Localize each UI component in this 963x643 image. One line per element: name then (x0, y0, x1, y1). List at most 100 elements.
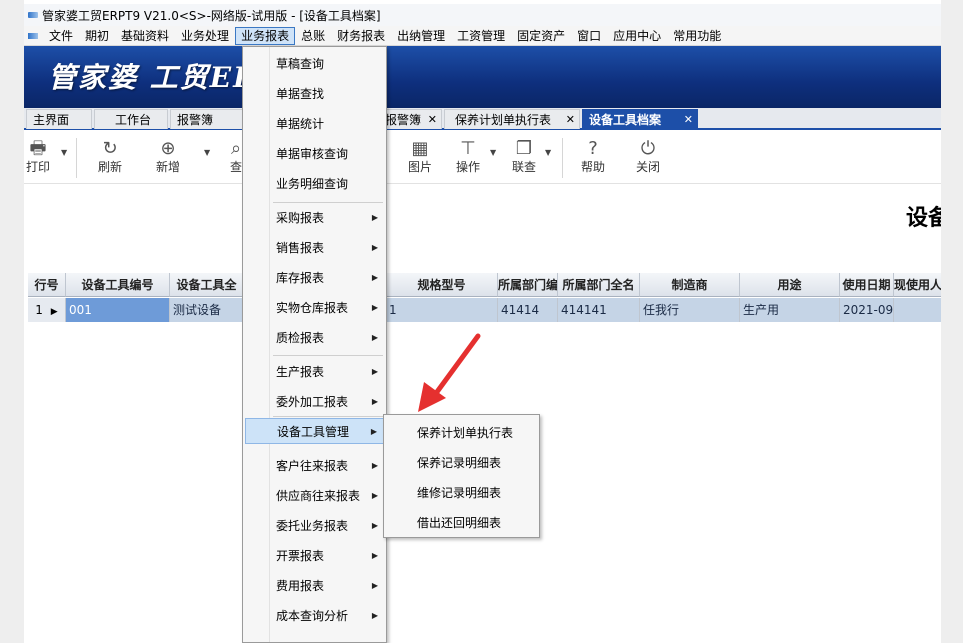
menu-item-draft-query[interactable]: 草稿查询 (245, 51, 384, 77)
menu-item-doc-audit-query[interactable]: 单据审核查询 (245, 141, 384, 167)
chevron-right-icon: ▶ (371, 333, 378, 342)
cell-equipment-code[interactable]: 001 (66, 298, 170, 322)
cell-purpose[interactable]: 生产用 (740, 298, 840, 322)
row-number-text: 1 (35, 303, 43, 317)
menu-item-label: 委托业务报表 (276, 519, 349, 533)
cell-use-date[interactable]: 2021-09- (840, 298, 894, 322)
row-number: 1 ▶ (28, 298, 66, 322)
col-row-no[interactable]: 行号 (28, 273, 66, 297)
close-button[interactable]: ⏻ 关闭 (632, 138, 664, 174)
submenu-item-repair-records[interactable]: 维修记录明细表 (386, 478, 537, 508)
cell-manufacturer[interactable]: 任我行 (640, 298, 740, 322)
close-icon[interactable]: ✕ (684, 110, 693, 130)
tab-maintenance-plan[interactable]: 保养计划单执行表 ✕ (444, 109, 580, 129)
equipment-management-submenu: 保养计划单执行表 保养记录明细表 维修记录明细表 借出还回明细表 (383, 414, 540, 538)
tab-equipment-archive[interactable]: 设备工具档案 ✕ (582, 109, 698, 129)
menu-app-icon[interactable] (28, 32, 38, 39)
brand-banner: 管家婆 工贸ERP (24, 46, 941, 108)
menu-item-doc-stats[interactable]: 单据统计 (245, 111, 384, 137)
tab-workbench[interactable]: 工作台 (94, 109, 168, 129)
submenu-item-lend-return[interactable]: 借出还回明细表 (386, 508, 537, 538)
cell-spec[interactable]: 1 (386, 298, 498, 322)
menu-item-label: 费用报表 (276, 579, 325, 593)
col-manufacturer[interactable]: 制造商 (640, 273, 740, 297)
chevron-right-icon: ▶ (371, 273, 378, 282)
col-dept-code[interactable]: 所属部门编 (498, 273, 558, 297)
menu-item-quality-reports[interactable]: 质检报表 ▶ (245, 325, 384, 351)
print-button[interactable]: 🖶 打印 (24, 138, 52, 174)
help-button[interactable]: ? 帮助 (577, 138, 609, 174)
menu-item-equipment-management[interactable]: 设备工具管理 ▶ (245, 418, 384, 444)
menu-item-label: 草稿查询 (276, 57, 325, 71)
menu-business-reports[interactable]: 业务报表 (235, 26, 296, 45)
col-use-date[interactable]: 使用日期 (840, 273, 894, 297)
tab-main[interactable]: 主界面 (26, 109, 92, 129)
close-icon[interactable]: ✕ (566, 110, 575, 130)
menu-item-label: 单据查找 (276, 87, 325, 101)
menu-business-process[interactable]: 业务处理 (175, 27, 235, 45)
add-dropdown-icon[interactable]: ▼ (204, 148, 210, 157)
menu-item-inventory-reports[interactable]: 库存报表 ▶ (245, 265, 384, 291)
refresh-button[interactable]: ↻ 刷新 (92, 138, 128, 174)
menu-file[interactable]: 文件 (43, 27, 79, 45)
menu-item-consignment-reports[interactable]: 委托业务报表 ▶ (245, 513, 384, 539)
col-purpose[interactable]: 用途 (740, 273, 840, 297)
chevron-right-icon: ▶ (371, 581, 378, 590)
menu-item-purchase-reports[interactable]: 采购报表 ▶ (245, 205, 384, 231)
menu-common-functions[interactable]: 常用功能 (667, 27, 727, 45)
col-equipment-code[interactable]: 设备工具编号 (66, 273, 170, 297)
menu-item-invoice-reports[interactable]: 开票报表 ▶ (245, 543, 384, 569)
add-button[interactable]: ⊕ 新增 (150, 138, 186, 174)
picture-button[interactable]: ▦ 图片 (404, 138, 436, 174)
col-dept-name[interactable]: 所属部门全名 (558, 273, 640, 297)
col-current-user-code[interactable]: 现使用人编 (894, 273, 941, 297)
menu-item-label: 成本查询分析 (276, 609, 349, 623)
menu-fixed-assets[interactable]: 固定资产 (511, 27, 571, 45)
operation-button[interactable]: ⊤ 操作 (452, 138, 484, 174)
menu-item-cost-analysis[interactable]: 成本查询分析 ▶ (245, 603, 384, 629)
menu-cashier[interactable]: 出纳管理 (391, 27, 451, 45)
picture-label: 图片 (407, 160, 432, 174)
cell-current-user[interactable] (894, 298, 941, 322)
menu-item-label: 供应商往来报表 (276, 489, 361, 503)
col-equipment-name[interactable]: 设备工具全 (170, 273, 244, 297)
menu-basic-data[interactable]: 基础资料 (115, 27, 175, 45)
menu-item-customer-ar[interactable]: 客户往来报表 ▶ (245, 453, 384, 479)
menu-item-doc-search[interactable]: 单据查找 (245, 81, 384, 107)
menu-window[interactable]: 窗口 (571, 27, 607, 45)
brush-icon: ⊤ (460, 138, 476, 159)
col-spec[interactable]: 规格型号 (386, 273, 498, 297)
menu-general-ledger[interactable]: 总账 (295, 27, 331, 45)
menu-item-supplier-ap[interactable]: 供应商往来报表 ▶ (245, 483, 384, 509)
menu-item-physical-warehouse[interactable]: 实物仓库报表 ▶ (245, 295, 384, 321)
chevron-right-icon: ▶ (371, 551, 378, 560)
menu-item-expense-reports[interactable]: 费用报表 ▶ (245, 573, 384, 599)
close-icon[interactable]: ✕ (428, 110, 437, 130)
refresh-label: 刷新 (97, 160, 122, 174)
chevron-right-icon: ▶ (371, 303, 378, 312)
cell-dept-code[interactable]: 41414 (498, 298, 558, 322)
chevron-right-icon: ▶ (371, 611, 378, 620)
menu-app-center[interactable]: 应用中心 (607, 27, 667, 45)
cell-dept-name[interactable]: 414141 (558, 298, 640, 322)
print-dropdown-icon[interactable]: ▼ (61, 148, 67, 157)
menu-financial-reports[interactable]: 财务报表 (331, 27, 391, 45)
submenu-item-maintenance-records[interactable]: 保养记录明细表 (386, 448, 537, 478)
menu-item-business-detail[interactable]: 业务明细查询 (245, 171, 384, 197)
menu-item-production-reports[interactable]: 生产报表 ▶ (245, 359, 384, 385)
question-icon: ? (588, 138, 598, 159)
menu-item-label: 生产报表 (276, 365, 325, 379)
menu-item-outsourcing-reports[interactable]: 委外加工报表 ▶ (245, 389, 384, 415)
current-row-pointer-icon: ▶ (50, 307, 58, 317)
submenu-item-label: 保养记录明细表 (417, 456, 502, 470)
menu-opening[interactable]: 期初 (79, 27, 115, 45)
linked-query-button[interactable]: ❐ 联查 (508, 138, 540, 174)
submenu-item-maintenance-plan[interactable]: 保养计划单执行表 (386, 418, 537, 448)
chevron-right-icon: ▶ (371, 243, 378, 252)
menu-payroll[interactable]: 工资管理 (451, 27, 511, 45)
menu-item-sales-reports[interactable]: 销售报表 ▶ (245, 235, 384, 261)
linked-query-dropdown-icon[interactable]: ▼ (545, 148, 551, 157)
cell-equipment-name[interactable]: 测试设备 (170, 298, 244, 322)
operation-dropdown-icon[interactable]: ▼ (490, 148, 496, 157)
menu-item-label: 单据统计 (276, 117, 325, 131)
